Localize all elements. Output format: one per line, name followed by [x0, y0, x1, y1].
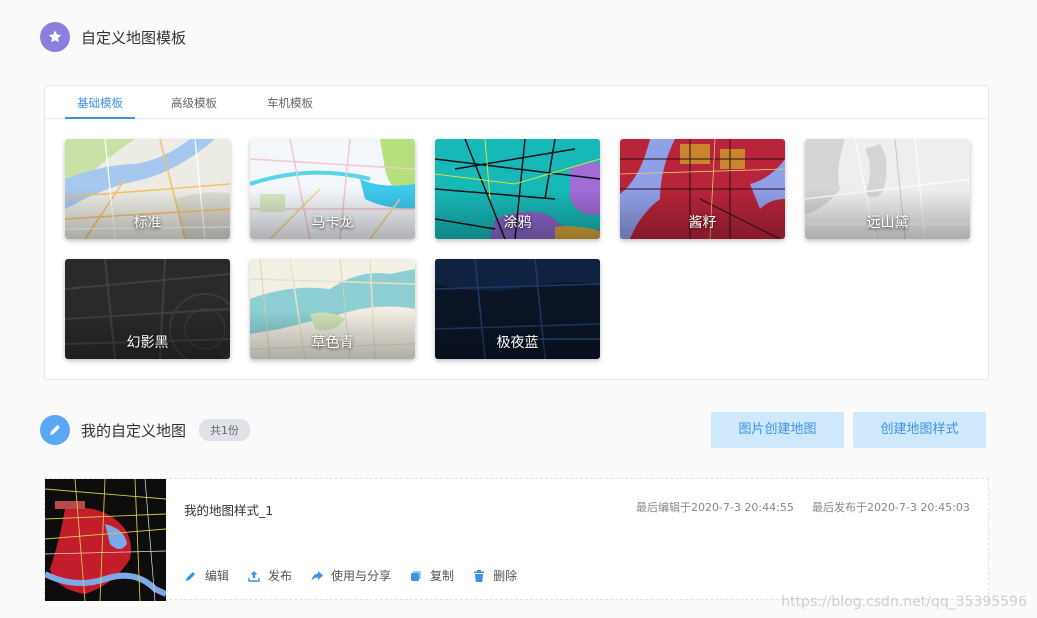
last-edited-time: 最后编辑于2020-7-3 20:44:55 [636, 501, 794, 514]
template-card-label: 酱籽 [688, 215, 717, 231]
watermark: https://blog.csdn.net/qq_35395596 [781, 594, 1027, 610]
template-panel: 基础模板 高级模板 车机模板 标准 马卡龙 涂鸦 酱籽 远山黛 幻影黑 草色青 … [44, 85, 989, 380]
template-card-macaron[interactable]: 马卡龙 [250, 139, 415, 239]
my-maps-section-title: 我的自定义地图 [81, 421, 187, 440]
tab-basic-templates[interactable]: 基础模板 [65, 86, 135, 119]
tab-advanced-templates[interactable]: 高级模板 [161, 86, 227, 119]
create-map-style-button[interactable]: 创建地图样式 [853, 412, 986, 448]
template-card-label: 涂鸦 [503, 215, 532, 231]
template-card-phantom-black[interactable]: 幻影黑 [65, 259, 230, 359]
template-card-polar-night-blue[interactable]: 极夜蓝 [435, 259, 600, 359]
trash-icon [474, 569, 485, 582]
template-card-label: 远山黛 [866, 215, 909, 231]
template-card-label: 幻影黑 [126, 335, 169, 351]
delete-action-label: 删除 [493, 569, 518, 583]
map-style-preview [45, 479, 166, 601]
copy-action-label: 复制 [430, 569, 455, 583]
template-card-standard[interactable]: 标准 [65, 139, 230, 239]
delete-action[interactable]: 删除 [472, 567, 517, 584]
map-style-thumbnail[interactable] [45, 479, 166, 601]
upload-icon [248, 570, 260, 582]
map-style-name: 我的地图样式_1 [184, 503, 274, 518]
tab-car-templates[interactable]: 车机模板 [257, 86, 323, 119]
create-map-from-image-button[interactable]: 图片创建地图 [711, 412, 844, 448]
use-share-action[interactable]: 使用与分享 [310, 567, 391, 584]
template-card-jiangzi[interactable]: 酱籽 [620, 139, 785, 239]
template-card-label: 极夜蓝 [496, 335, 539, 351]
copy-action[interactable]: 复制 [409, 567, 454, 584]
template-tabs: 基础模板 高级模板 车机模板 [45, 86, 988, 119]
template-card-graffiti[interactable]: 涂鸦 [435, 139, 600, 239]
template-card-label: 草色青 [311, 335, 354, 351]
templates-section-title: 自定义地图模板 [81, 28, 187, 47]
template-card-grass-cyan[interactable]: 草色青 [250, 259, 415, 359]
map-list-item: 我的地图样式_1 最后编辑于2020-7-3 20:44:55 最后发布于202… [44, 478, 989, 601]
edit-icon [186, 571, 195, 581]
publish-action[interactable]: 发布 [247, 567, 292, 584]
last-published-time: 最后发布于2020-7-3 20:45:03 [812, 501, 970, 514]
templates-section-header: 自定义地图模板 [40, 22, 186, 52]
copy-icon [411, 570, 422, 581]
template-card-yuanshandai[interactable]: 远山黛 [805, 139, 970, 239]
template-card-label: 标准 [133, 215, 162, 231]
edit-action-label: 编辑 [205, 569, 230, 583]
edit-action[interactable]: 编辑 [184, 567, 229, 584]
map-count-badge: 共1份 [199, 419, 251, 441]
use-share-action-label: 使用与分享 [331, 569, 392, 583]
my-maps-section-header: 我的自定义地图 共1份 [40, 415, 251, 445]
pencil-icon [40, 415, 70, 445]
share-icon [311, 570, 324, 581]
star-icon [40, 22, 70, 52]
publish-action-label: 发布 [268, 569, 293, 583]
template-card-label: 马卡龙 [311, 215, 354, 231]
map-actions: 编辑 发布 使用与分享 复制 删除 [184, 567, 535, 584]
